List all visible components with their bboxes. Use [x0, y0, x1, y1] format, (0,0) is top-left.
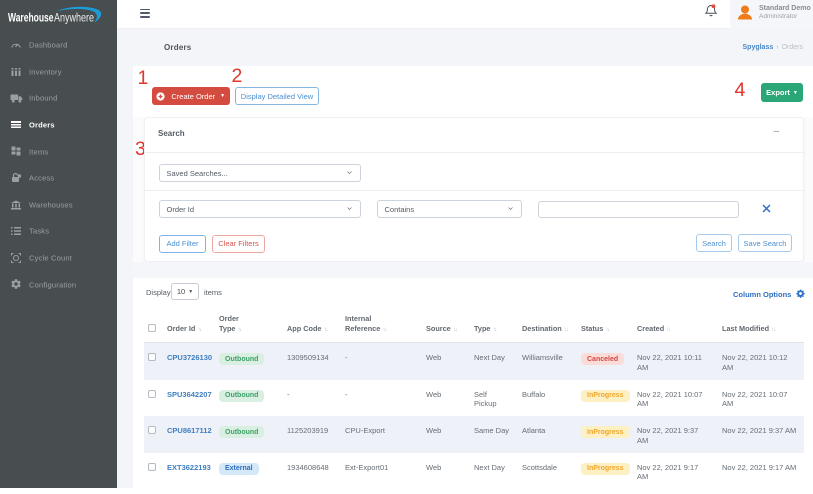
- svg-text:Anywhere: Anywhere: [54, 13, 94, 25]
- svg-text:Warehouse: Warehouse: [8, 13, 54, 25]
